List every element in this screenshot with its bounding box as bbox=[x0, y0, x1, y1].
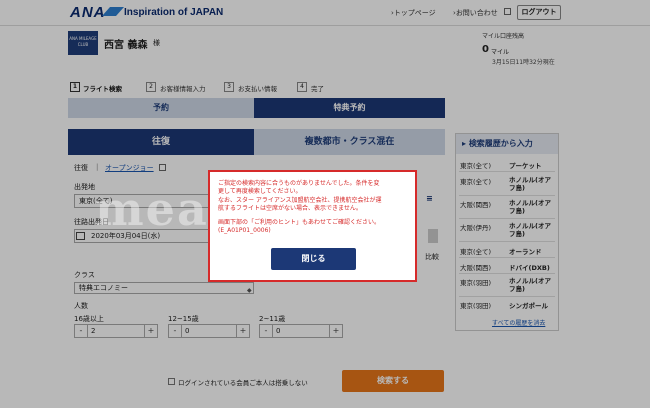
close-dialog-button[interactable]: 閉じる bbox=[271, 248, 356, 270]
error-line: 航するフライトは空席がない場合、表示できません。 bbox=[218, 204, 362, 212]
error-line: なお、スター アライアンス加盟航空会社、提携航空会社が運 bbox=[218, 196, 382, 204]
error-line: 更して再度検索してください。 bbox=[218, 188, 302, 196]
error-message: ご指定の検索内容に合うものがありませんでした。条件を変 更して再度検索してくださ… bbox=[218, 180, 410, 236]
error-line: 画面下部の「ご利用のヒント」もあわせてご確認ください。 bbox=[218, 219, 381, 227]
error-code: (E_A01P01_0006) bbox=[218, 227, 271, 235]
